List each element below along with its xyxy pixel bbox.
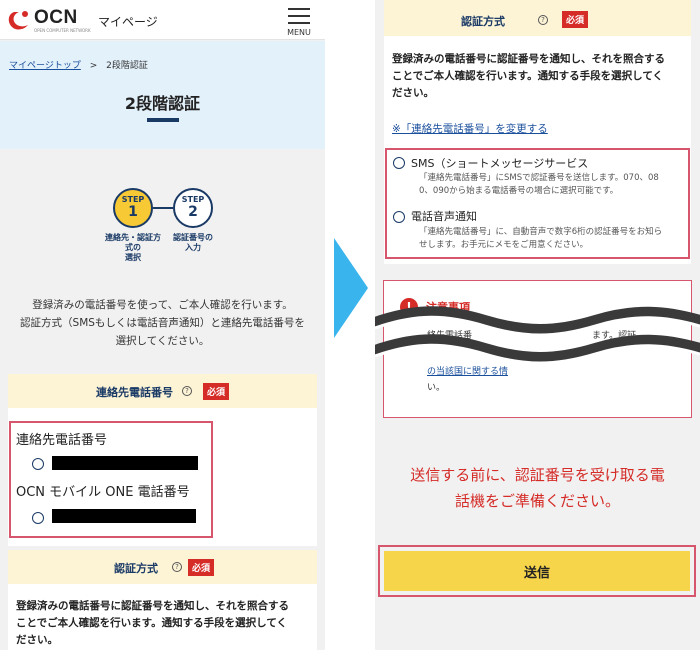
sms-radio[interactable] (393, 157, 405, 169)
right-auth-header: 認証方式 ? 必須 (384, 0, 691, 36)
breadcrumb-current: 2段階認証 (106, 61, 148, 71)
breadcrumb: マイページトップ > 2段階認証 (9, 58, 148, 71)
submit-highlight: 送信 (378, 545, 696, 597)
hamburger-icon-bar (288, 22, 310, 24)
contact-section-title: 連絡先電話番号 (96, 386, 173, 399)
hamburger-icon (288, 8, 310, 10)
step-2-indicator: STEP 2 (173, 188, 213, 228)
page-title: 2段階認証 (124, 94, 201, 113)
redacted-phone-number (52, 456, 198, 470)
warning-line: 送信する前に、認証番号を受け取る電 (410, 466, 665, 484)
description-line: 登録済みの電話番号に認証番号を通知し、それを照合する (392, 53, 665, 65)
required-badge: 必須 (562, 11, 589, 28)
arrow-right-icon (334, 238, 368, 338)
menu-label: MENU (287, 28, 311, 37)
description-line: 登録済みの電話番号に認証番号を通知し、それを照合する (16, 600, 289, 612)
step-caption-line: 入力 (185, 243, 201, 252)
contact-option-label: 連絡先電話番号 (16, 433, 108, 448)
mobile-option-label: OCN モバイル ONE 電話番号 (16, 485, 190, 500)
notice-fragment: い。 (427, 383, 446, 393)
desc-line: せします。お手元にメモをご用意ください。 (419, 240, 589, 250)
title-underline (147, 118, 179, 122)
breadcrumb-home-link[interactable]: マイページトップ (9, 61, 81, 71)
wavy-cut-icon (375, 306, 700, 365)
desc-line: 0、090から始まる電話番号の場合に選択可能です。 (419, 186, 619, 196)
step-caption-line: 式の (125, 243, 141, 252)
auth-method-highlight: SMS（ショートメッセージサービス 「連絡先電話番号」にSMSで認証番号を送信し… (385, 148, 690, 259)
step-connector (153, 207, 173, 209)
right-auth-description: 登録済みの電話番号に認証番号を通知し、それを照合する ことでご本人確認を行います… (392, 51, 688, 102)
mypage-label: マイページ (98, 15, 158, 29)
warning-line: 話機をご準備ください。 (454, 492, 620, 510)
step-label: STEP (181, 195, 205, 204)
description-line: ださい。 (16, 634, 58, 646)
step-label: STEP (121, 195, 145, 204)
required-badge: 必須 (188, 559, 215, 576)
help-icon[interactable]: ? (538, 15, 548, 25)
contact-radio-2[interactable] (32, 512, 44, 524)
auth-section-title: 認証方式 (114, 562, 158, 575)
redacted-phone-number (52, 509, 196, 523)
breadcrumb-separator: > (89, 61, 98, 71)
logo-subtext: OPEN COMPUTER NETWORK (34, 28, 91, 33)
hamburger-icon-bar (288, 15, 310, 17)
description-line: ださい。 (392, 87, 434, 99)
submit-button[interactable]: 送信 (384, 551, 690, 591)
auth-description: 登録済みの電話番号に認証番号を通知し、それを照合する ことでご本人確認を行います… (16, 598, 316, 649)
site-header: OCN OPEN COMPUTER NETWORK マイページ MENU (0, 0, 325, 40)
right-auth-title: 認証方式 (461, 15, 505, 28)
left-screen: OCN OPEN COMPUTER NETWORK マイページ MENU マイペ… (0, 0, 325, 650)
voice-radio[interactable] (393, 211, 405, 223)
contact-radio-1[interactable] (32, 458, 44, 470)
intro-line: 認証方式（SMSもしくは電話音声通知）と連絡先電話番号を (20, 317, 305, 329)
step-number: 1 (128, 204, 138, 220)
warning-message: 送信する前に、認証番号を受け取る電 話機をご準備ください。 (385, 462, 690, 514)
voice-option-desc: 「連絡先電話番号」に、自動音声で数字6桁の認証番号をお知ら せします。お手元にメ… (419, 226, 689, 252)
step-number: 2 (188, 204, 198, 220)
description-line: ことでご本人確認を行います。通知する手段を選択してく (16, 617, 288, 629)
step-caption-line: 連絡先・認証方 (105, 233, 161, 242)
required-badge: 必須 (203, 383, 230, 400)
step-caption-line: 選択 (125, 253, 141, 262)
intro-text: 登録済みの電話番号を使って、ご本人確認を行います。 認証方式（SMSもしくは電話… (6, 296, 319, 350)
desc-line: 「連絡先電話番号」に、自動音声で数字6桁の認証番号をお知ら (419, 227, 663, 237)
step-1-indicator: STEP 1 (113, 188, 153, 228)
description-line: ことでご本人確認を行います。通知する手段を選択してく (392, 70, 664, 82)
contact-section-header: 連絡先電話番号 ? 必須 (8, 374, 317, 408)
logo-text: OCN (34, 7, 78, 28)
step-caption-line: 認証番号の (173, 233, 213, 242)
change-contact-link[interactable]: ※「連絡先電話番号」を変更する (392, 121, 548, 136)
help-icon[interactable]: ? (182, 386, 192, 396)
voice-option-title: 電話音声通知 (411, 210, 477, 223)
desc-line: 「連絡先電話番号」にSMSで認証番号を送信します。070、08 (419, 173, 659, 183)
sms-option-title: SMS（ショートメッセージサービス (411, 157, 589, 170)
intro-line: 選択してください。 (115, 335, 210, 347)
step-1-caption: 連絡先・認証方 式の 選択 (100, 233, 166, 263)
contact-options-highlight: 連絡先電話番号 OCN モバイル ONE 電話番号 (9, 421, 213, 538)
auth-section-header: 認証方式 ? 必須 (8, 550, 317, 584)
step-2-caption: 認証番号の 入力 (163, 233, 223, 253)
menu-button[interactable]: MENU (281, 6, 319, 38)
sms-option-desc: 「連絡先電話番号」にSMSで認証番号を送信します。070、08 0、090から始… (419, 172, 689, 198)
intro-line: 登録済みの電話番号を使って、ご本人確認を行います。 (32, 299, 293, 311)
help-icon[interactable]: ? (172, 562, 182, 572)
